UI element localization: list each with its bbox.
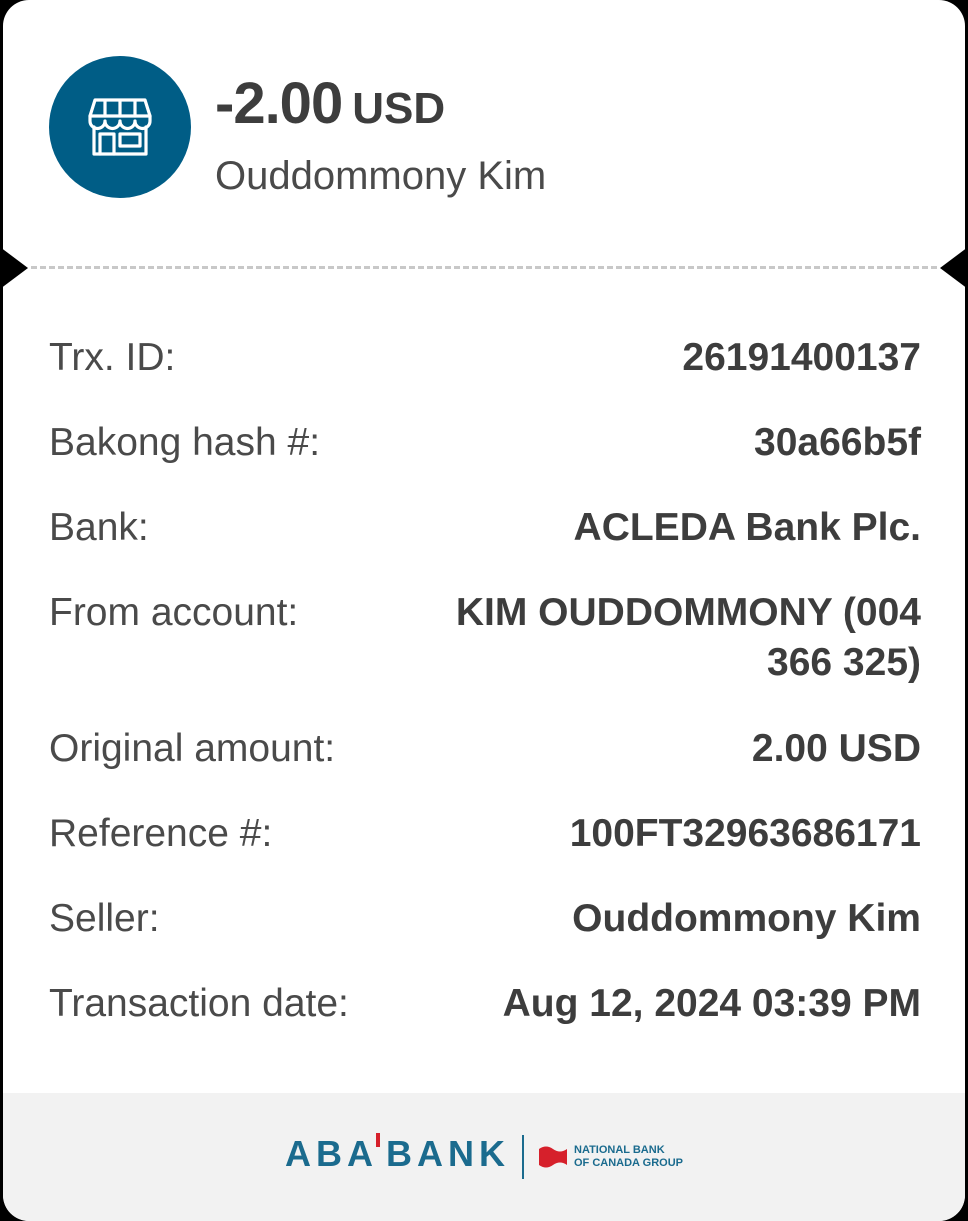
seller-label: Seller: (49, 897, 160, 940)
transaction-date-label: Transaction date: (49, 982, 349, 1025)
transaction-details: Trx. ID: 26191400137 Bakong hash #: 30a6… (49, 333, 921, 1064)
receipt-notch-left (3, 247, 28, 289)
bank-value: ACLEDA Bank Plc. (573, 506, 921, 549)
transaction-date-value: Aug 12, 2024 03:39 PM (502, 982, 921, 1025)
trx-id-value: 26191400137 (682, 336, 921, 379)
bank-label: Bank: (49, 506, 149, 549)
perforation-divider (31, 266, 937, 269)
receipt-footer: ABA BANK NATIONAL BANK OF CANADA GROUP (3, 1093, 965, 1221)
from-account-label: From account: (49, 591, 299, 634)
transaction-amount: -2.00 USD (215, 70, 445, 137)
amount-value: -2.00 (215, 71, 343, 136)
merchant-avatar (49, 56, 191, 198)
detail-row-transaction-date: Transaction date: Aug 12, 2024 03:39 PM (49, 979, 921, 1064)
detail-row-reference: Reference #: 100FT32963686171 (49, 809, 921, 894)
nbc-flag-icon (539, 1146, 567, 1168)
detail-row-original-amount: Original amount: 2.00 USD (49, 724, 921, 809)
detail-row-trx-id: Trx. ID: 26191400137 (49, 333, 921, 418)
merchant-name: Ouddommony Kim (215, 154, 547, 198)
national-bank-group-logo: NATIONAL BANK OF CANADA GROUP (538, 1144, 683, 1170)
receipt-notch-right (940, 247, 965, 289)
detail-row-bakong-hash: Bakong hash #: 30a66b5f (49, 418, 921, 503)
bakong-hash-value: 30a66b5f (754, 421, 921, 464)
brand-part2: BANK (386, 1133, 510, 1174)
logo-accent-mark (376, 1133, 380, 1147)
brand-part1: ABA (285, 1133, 378, 1174)
group-text: NATIONAL BANK OF CANADA GROUP (574, 1144, 683, 1170)
transaction-receipt: -2.00 USD Ouddommony Kim Trx. ID: 2619140… (3, 0, 965, 1221)
group-line1: NATIONAL BANK (574, 1144, 665, 1156)
amount-currency: USD (352, 84, 446, 133)
original-amount-label: Original amount: (49, 727, 336, 770)
bakong-hash-label: Bakong hash #: (49, 421, 321, 464)
detail-row-bank: Bank: ACLEDA Bank Plc. (49, 503, 921, 588)
group-line2: OF CANADA GROUP (574, 1157, 683, 1169)
brand-divider (522, 1135, 524, 1179)
aba-bank-logo: ABA BANK (285, 1133, 510, 1175)
store-icon (88, 98, 152, 156)
reference-value: 100FT32963686171 (569, 812, 921, 855)
detail-row-from-account: From account: KIM OUDDOMMONY (004 366 32… (49, 588, 921, 724)
detail-row-seller: Seller: Ouddommony Kim (49, 894, 921, 979)
from-account-value: KIM OUDDOMMONY (004 366 325) (455, 591, 921, 684)
seller-value: Ouddommony Kim (572, 897, 921, 940)
original-amount-value: 2.00 USD (751, 727, 921, 770)
trx-id-label: Trx. ID: (49, 336, 176, 379)
reference-label: Reference #: (49, 812, 273, 855)
